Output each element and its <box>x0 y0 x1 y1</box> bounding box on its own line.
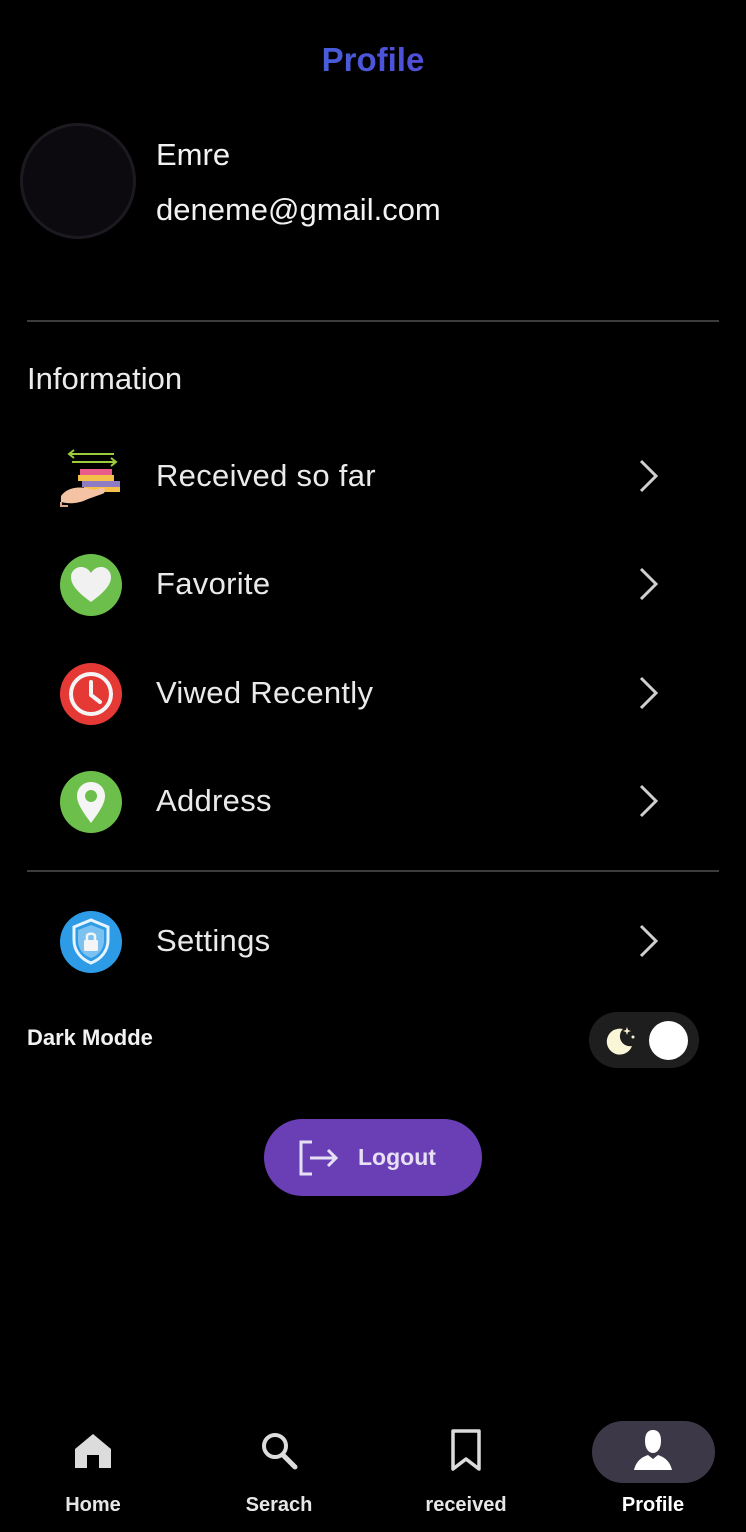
chevron-right-icon <box>634 674 664 712</box>
nav-item-received[interactable]: received <box>373 1400 559 1532</box>
search-icon <box>258 1428 300 1472</box>
section-heading-information: Information <box>27 361 183 396</box>
menu-item-address[interactable]: Address <box>0 750 746 850</box>
chevron-right-icon <box>634 457 664 495</box>
menu-label: Settings <box>156 923 271 958</box>
user-email: deneme@gmail.com <box>156 192 441 227</box>
home-icon <box>72 1428 114 1472</box>
logout-icon <box>298 1139 340 1177</box>
clock-icon <box>58 661 124 727</box>
menu-item-favorite[interactable]: Favorite <box>0 533 746 633</box>
shield-lock-icon <box>58 909 124 975</box>
location-pin-icon <box>58 769 124 835</box>
page-title: Profile <box>0 38 746 82</box>
menu-item-viewed-recently[interactable]: Viwed Recently <box>0 642 746 742</box>
dark-mode-label: Dark Modde <box>27 1025 153 1050</box>
nav-label: received <box>425 1494 507 1516</box>
menu-item-settings[interactable]: Settings <box>0 890 746 990</box>
moon-stars-icon <box>603 1024 637 1058</box>
nav-item-search[interactable]: Serach <box>186 1400 372 1532</box>
nav-item-profile[interactable]: Profile <box>560 1400 746 1532</box>
nav-label: Home <box>65 1494 121 1516</box>
avatar[interactable] <box>20 123 136 239</box>
dark-mode-toggle[interactable] <box>589 1012 699 1068</box>
nav-label: Profile <box>621 1494 685 1516</box>
menu-item-received-so-far[interactable]: Received so far <box>0 425 746 525</box>
chevron-right-icon <box>634 782 664 820</box>
divider <box>27 320 719 322</box>
menu-label: Viwed Recently <box>156 675 374 710</box>
logout-label: Logout <box>358 1144 436 1170</box>
bottom-nav: Home Serach received Profile <box>0 1400 746 1532</box>
nav-label: Serach <box>245 1494 313 1516</box>
logout-button[interactable]: Logout <box>264 1119 482 1196</box>
toggle-knob[interactable] <box>649 1021 688 1060</box>
divider <box>27 870 719 872</box>
person-icon <box>632 1428 674 1472</box>
chevron-right-icon <box>634 922 664 960</box>
chevron-right-icon <box>634 565 664 603</box>
menu-label: Received so far <box>156 458 376 493</box>
heart-icon <box>58 552 124 618</box>
user-name: Emre <box>156 137 231 172</box>
bookmark-icon <box>445 1428 487 1472</box>
nav-item-home[interactable]: Home <box>0 1400 186 1532</box>
menu-label: Favorite <box>156 566 271 601</box>
menu-label: Address <box>156 783 272 818</box>
books-in-hand-icon <box>58 444 124 510</box>
